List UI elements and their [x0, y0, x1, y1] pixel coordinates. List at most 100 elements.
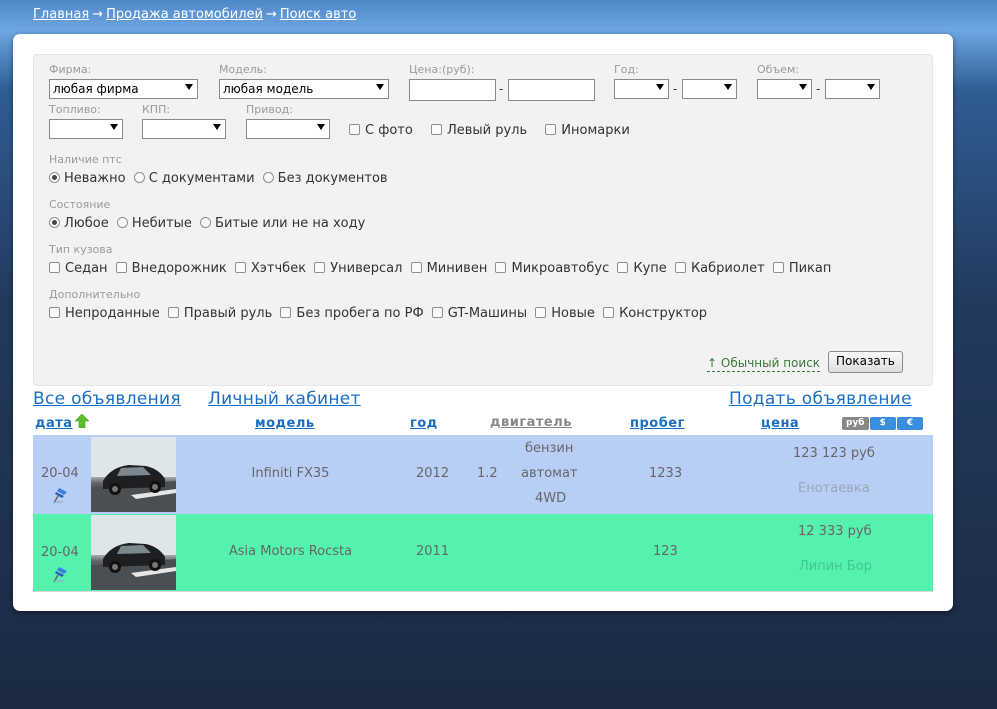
listing-year: 2011 [416, 544, 450, 559]
fuel-select[interactable] [49, 119, 123, 139]
left-wheel-label: Левый руль [446, 123, 528, 138]
brand-select[interactable]: любая фирма [49, 79, 198, 99]
currency-usd[interactable]: $ [869, 417, 896, 430]
pin-icon[interactable] [53, 565, 69, 583]
currency-switcher: руб $ € [842, 417, 924, 430]
body-cabrio-checkbox[interactable] [674, 262, 686, 273]
search-filter-box: Фирма: Модель: Цена:(руб): Год: Объем: л… [33, 54, 933, 386]
volume-from-select[interactable] [757, 79, 812, 99]
breadcrumb-home[interactable]: Главная [33, 7, 89, 22]
extra-unsold-checkbox[interactable] [49, 307, 60, 318]
volume-to-select[interactable] [825, 79, 880, 99]
body-type-option: Кабриолет [690, 261, 765, 276]
price-label: Цена:(руб): [409, 63, 475, 76]
fuel-label: Топливо: [49, 103, 101, 116]
body-pickup-checkbox[interactable] [772, 262, 784, 273]
post-ad-link[interactable]: Подать объявление [729, 389, 912, 409]
state-any-radio[interactable] [49, 217, 60, 228]
body-wagon-checkbox[interactable] [314, 262, 326, 273]
left-wheel-checkbox[interactable] [430, 124, 442, 135]
show-button[interactable]: Показать [828, 351, 903, 373]
body-type-option: Минивен [426, 261, 488, 276]
body-minibus-checkbox[interactable] [495, 262, 507, 273]
body-type-option: Пикап [788, 261, 832, 276]
body-suv-checkbox[interactable] [115, 262, 127, 273]
breadcrumb-car-search[interactable]: Поиск авто [280, 7, 356, 22]
main-panel: Фирма: Модель: Цена:(руб): Год: Объем: л… [13, 34, 953, 611]
column-engine[interactable]: двигатель [490, 415, 572, 430]
price-to-input[interactable] [508, 79, 595, 101]
extra-option: Новые [551, 306, 595, 321]
body-type-option: Микроавтобус [511, 261, 610, 276]
body-hatchback-checkbox[interactable] [234, 262, 246, 273]
extra-no-mileage-checkbox[interactable] [280, 307, 292, 318]
pin-icon[interactable] [53, 486, 69, 504]
chevron-down-icon [110, 124, 118, 130]
pts-nodocs-label: Без документов [277, 171, 388, 186]
chevron-down-icon [867, 84, 875, 90]
gearbox-select[interactable] [142, 119, 226, 139]
table-row[interactable]: 20-04 Asia Motors Rocsta 2011 123 12 333… [33, 514, 933, 591]
pts-nodocs-radio[interactable] [262, 172, 274, 183]
state-broken-radio[interactable] [200, 217, 212, 228]
normal-search-link[interactable]: ↑ Обычный поиск [707, 356, 821, 372]
column-price[interactable]: цена [761, 416, 799, 431]
breadcrumb-car-sales[interactable]: Продажа автомобилей [106, 7, 263, 22]
drive-label: Привод: [246, 103, 293, 116]
year-from-select[interactable] [614, 79, 669, 99]
column-model[interactable]: модель [255, 416, 315, 431]
chevron-down-icon [185, 84, 193, 90]
chevron-down-icon [213, 124, 221, 130]
cabinet-link[interactable]: Личный кабинет [208, 389, 361, 409]
column-mileage[interactable]: пробег [630, 416, 685, 431]
model-select-value: любая модель [223, 82, 314, 96]
brand-select-value: любая фирма [53, 82, 139, 96]
column-year[interactable]: год [410, 416, 438, 431]
body-type-label: Тип кузова [49, 243, 113, 256]
extra-new-checkbox[interactable] [535, 307, 547, 318]
pts-docs-label: С документами [148, 171, 255, 186]
sort-up-arrow-icon[interactable] [75, 414, 89, 428]
body-sedan-checkbox[interactable] [49, 262, 60, 273]
listing-year: 2012 [416, 466, 450, 481]
extra-constructor-checkbox[interactable] [603, 307, 615, 318]
pts-any-radio[interactable] [49, 172, 60, 183]
with-photo-checkbox[interactable] [349, 124, 360, 135]
breadcrumb: Главная → Продажа автомобилей → Поиск авто [33, 7, 356, 22]
price-range-dash: - [499, 82, 504, 96]
table-row[interactable]: 20-04 Infiniti FX35 2012 1.2 бензин авто… [33, 435, 933, 514]
body-type-group: Седан Внедорожник Хэтчбек Универсал Мини… [49, 261, 835, 276]
body-type-option: Внедорожник [131, 261, 227, 276]
state-unbroken-radio[interactable] [116, 217, 128, 228]
listing-model[interactable]: Infiniti FX35 [193, 466, 388, 481]
car-photo[interactable] [91, 515, 176, 590]
model-select[interactable]: любая модель [219, 79, 389, 99]
table-bottom-divider [33, 591, 933, 592]
currency-eur[interactable]: € [896, 417, 924, 430]
extra-right-wheel-checkbox[interactable] [167, 307, 179, 318]
car-photo[interactable] [91, 437, 176, 512]
gearbox-label: КПП: [142, 103, 171, 116]
listing-city: Липин Бор [799, 559, 872, 574]
body-coupe-checkbox[interactable] [617, 262, 629, 273]
listing-model[interactable]: Asia Motors Rocsta [193, 544, 388, 559]
listing-mileage: 1233 [649, 466, 683, 481]
extra-label: Дополнительно [49, 288, 141, 301]
pts-any-label: Неважно [64, 171, 126, 186]
extra-gt-checkbox[interactable] [431, 307, 443, 318]
price-from-input[interactable] [409, 79, 496, 101]
currency-rub[interactable]: руб [842, 417, 869, 430]
body-type-option: Седан [65, 261, 108, 276]
foreign-checkbox[interactable] [545, 124, 557, 135]
listing-date: 20-04 [41, 545, 79, 560]
breadcrumb-separator: → [92, 7, 104, 22]
body-minivan-checkbox[interactable] [410, 262, 422, 273]
chevron-down-icon [656, 84, 664, 90]
pts-docs-radio[interactable] [133, 172, 145, 183]
year-to-select[interactable] [682, 79, 737, 99]
drive-select[interactable] [246, 119, 330, 139]
state-label: Состояние [49, 198, 111, 211]
all-ads-link[interactable]: Все объявления [33, 389, 181, 409]
state-any-label: Любое [64, 216, 109, 231]
column-date[interactable]: дата [35, 416, 73, 431]
